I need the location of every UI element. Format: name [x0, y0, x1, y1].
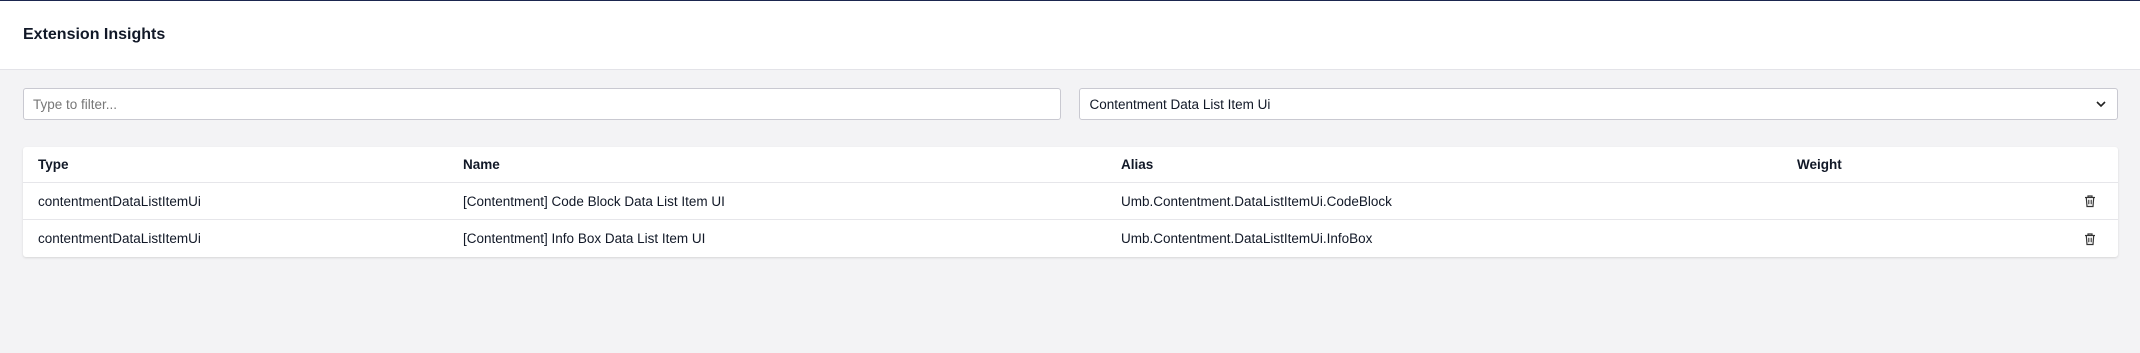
- cell-alias: Umb.Contentment.DataListItemUi.CodeBlock: [1121, 193, 1392, 209]
- table-row: contentmentDataListItemUi [Contentment] …: [23, 183, 2118, 220]
- filter-bar: Contentment Data List Item Ui: [23, 88, 2118, 120]
- column-header-name[interactable]: Name: [463, 157, 1121, 172]
- cell-alias: Umb.Contentment.DataListItemUi.InfoBox: [1121, 231, 1373, 246]
- extensions-table: Type Name Alias Weight contentmentDataLi…: [23, 147, 2118, 257]
- cell-actions: [2062, 194, 2118, 208]
- chevron-down-icon: [2095, 98, 2107, 110]
- cell-actions: [2062, 232, 2118, 246]
- extension-type-select-value: Contentment Data List Item Ui: [1089, 96, 1271, 112]
- trash-icon[interactable]: [2083, 232, 2097, 246]
- page-title: Extension Insights: [23, 26, 166, 43]
- page-header: Extension Insights: [0, 1, 2140, 70]
- column-header-weight[interactable]: Weight: [1797, 157, 2062, 172]
- cell-type: contentmentDataListItemUi: [38, 231, 201, 246]
- cell-name: [Contentment] Code Block Data List Item …: [463, 193, 725, 209]
- table-row: contentmentDataListItemUi [Contentment] …: [23, 220, 2118, 257]
- filter-input[interactable]: [23, 88, 1061, 120]
- column-header-alias[interactable]: Alias: [1121, 157, 1797, 172]
- table-header-row: Type Name Alias Weight: [23, 147, 2118, 183]
- cell-type: contentmentDataListItemUi: [38, 193, 201, 209]
- extension-type-select[interactable]: Contentment Data List Item Ui: [1078, 88, 2118, 120]
- column-header-type[interactable]: Type: [23, 157, 463, 172]
- trash-icon[interactable]: [2083, 194, 2097, 208]
- cell-name: [Contentment] Info Box Data List Item UI: [463, 231, 706, 246]
